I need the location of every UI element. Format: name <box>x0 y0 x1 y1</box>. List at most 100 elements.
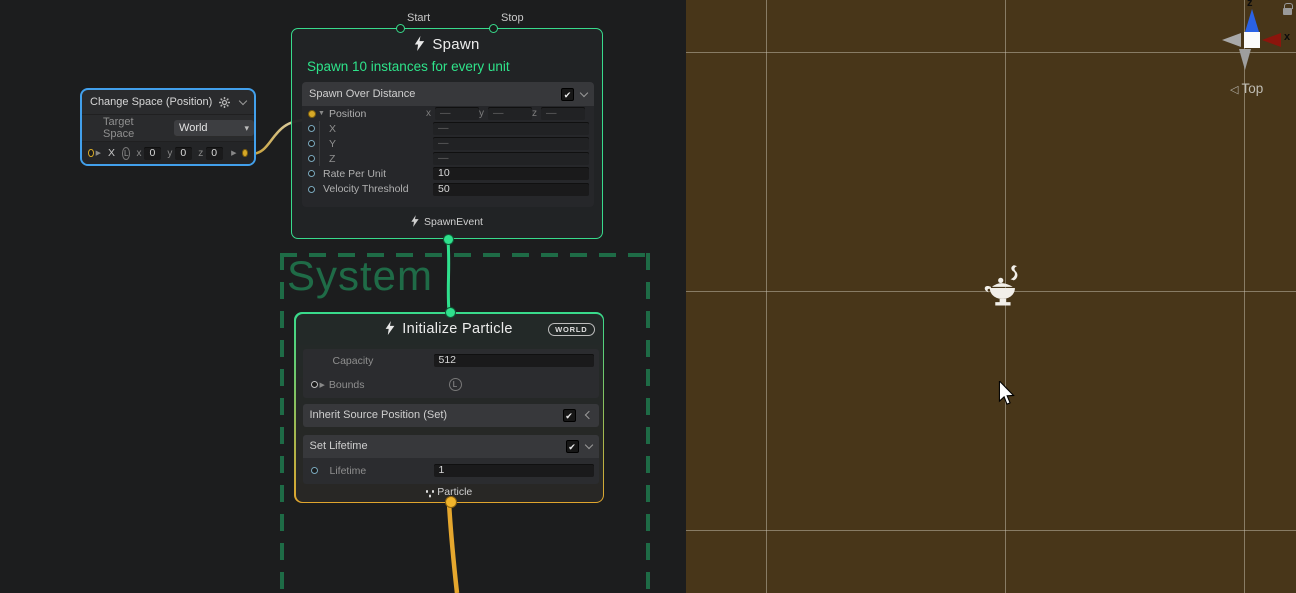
bounds-label: Bounds <box>329 379 365 391</box>
gear-icon[interactable] <box>219 97 230 108</box>
input-x-label: X <box>108 147 115 159</box>
system-group-border-left <box>280 253 284 593</box>
position-z-field[interactable]: — <box>541 107 585 120</box>
change-space-title: Change Space (Position) <box>90 96 219 108</box>
vfx-lamp-gizmo-icon[interactable] <box>982 264 1026 312</box>
block-title: Spawn Over Distance <box>309 88 561 100</box>
spawn-context-node[interactable]: Start Stop Spawn Spawn 10 instances for … <box>291 28 603 239</box>
spawn-over-distance-block[interactable]: Spawn Over Distance ✔ ▼ Position x — y —… <box>302 82 594 207</box>
position-x-row[interactable]: X — <box>302 121 594 136</box>
vfx-editor-window: System Start Stop Spawn Spawn 10 instanc… <box>0 0 1296 593</box>
view-axis-arrow-icon: ◁ <box>1230 84 1238 96</box>
capacity-field[interactable]: 512 <box>434 354 594 367</box>
view-mode-label[interactable]: ◁Top <box>1230 81 1263 96</box>
tree-line <box>319 121 320 136</box>
rate-per-unit-row[interactable]: Rate Per Unit 10 <box>302 166 594 182</box>
set-lifetime-block[interactable]: Set Lifetime ✔ Lifetime 1 <box>303 435 599 484</box>
lock-icon[interactable] <box>1283 8 1292 15</box>
velocity-threshold-row[interactable]: Velocity Threshold 50 <box>302 182 594 198</box>
lifetime-enabled-checkbox[interactable]: ✔ <box>566 440 579 453</box>
bounds-row[interactable]: ▶ Bounds L <box>303 373 599 397</box>
target-space-row: Target Space World ▾ <box>82 115 254 141</box>
initialize-input-port[interactable] <box>445 307 456 318</box>
inherit-source-position-block[interactable]: Inherit Source Position (Set) ✔ <box>303 404 599 427</box>
z-port[interactable] <box>308 155 315 162</box>
expander-right-icon[interactable]: ▶ <box>320 381 325 389</box>
z-axis-letter: z <box>198 148 203 159</box>
collapse-chevron-icon[interactable] <box>239 96 247 104</box>
wire-spawnevent-to-initialize[interactable] <box>448 240 449 312</box>
chevron-down-icon[interactable] <box>580 88 588 96</box>
change-space-io-row: ▶ X L x 0 y 0 z 0 ▶ <box>82 141 254 164</box>
lifetime-row[interactable]: Lifetime 1 <box>303 458 599 484</box>
rate-per-unit-port[interactable] <box>308 170 315 177</box>
target-space-label: Target Space <box>103 116 166 140</box>
gizmo-z-cone[interactable] <box>1245 9 1259 32</box>
change-space-node[interactable]: Change Space (Position) Target Space Wor… <box>80 88 256 166</box>
set-lifetime-title: Set Lifetime <box>310 440 566 452</box>
y-axis-letter: y <box>479 108 484 119</box>
expander-right-icon[interactable]: ▶ <box>96 149 101 157</box>
velocity-threshold-field[interactable]: 50 <box>433 183 589 196</box>
gizmo-left-cone[interactable] <box>1222 33 1241 47</box>
bounds-port[interactable] <box>311 381 318 388</box>
z-value-field[interactable]: 0 <box>206 147 223 160</box>
z-field[interactable]: — <box>433 152 589 165</box>
lifetime-port[interactable] <box>311 467 318 474</box>
y-value-field[interactable]: 0 <box>175 147 192 160</box>
stop-input-port[interactable] <box>489 24 498 33</box>
particle-output-port[interactable] <box>445 496 457 508</box>
change-space-output-port[interactable] <box>242 149 248 157</box>
grid-line <box>686 530 1296 531</box>
particle-icon <box>426 490 429 493</box>
position-z-row[interactable]: Z — <box>302 151 594 166</box>
x-field[interactable]: — <box>433 122 589 135</box>
position-label: Position <box>329 108 366 120</box>
lifetime-field[interactable]: 1 <box>434 464 594 477</box>
spawn-event-port[interactable] <box>443 234 454 245</box>
target-space-dropdown[interactable]: World ▾ <box>174 120 254 137</box>
chevron-down-icon[interactable] <box>584 440 592 448</box>
gizmo-x-cone[interactable] <box>1262 33 1281 47</box>
initialize-particle-node[interactable]: Initialize Particle WORLD Capacity 512 ▶… <box>294 312 604 503</box>
bounds-space-toggle-icon[interactable]: L <box>449 378 462 391</box>
expander-down-icon[interactable]: ▼ <box>318 110 325 117</box>
set-lifetime-header[interactable]: Set Lifetime ✔ <box>303 435 599 458</box>
x-value-field[interactable]: 0 <box>144 147 161 160</box>
y-axis-letter: y <box>167 148 172 159</box>
velocity-threshold-port[interactable] <box>308 186 315 193</box>
expander-right-icon: ▶ <box>231 149 236 157</box>
dropdown-arrow-icon: ▾ <box>244 123 249 134</box>
x-port[interactable] <box>308 125 315 132</box>
start-input-port[interactable] <box>396 24 405 33</box>
mouse-cursor <box>998 381 1015 406</box>
position-y-row[interactable]: Y — <box>302 136 594 151</box>
change-space-input-port[interactable] <box>88 149 94 157</box>
world-space-badge[interactable]: WORLD <box>548 323 594 337</box>
change-space-header[interactable]: Change Space (Position) <box>82 90 254 115</box>
gizmo-down-cone[interactable] <box>1239 49 1251 70</box>
spawn-over-distance-header[interactable]: Spawn Over Distance ✔ <box>302 82 594 106</box>
grid-line <box>766 0 767 593</box>
rate-per-unit-field[interactable]: 10 <box>433 167 589 180</box>
vfx-graph-canvas[interactable]: System Start Stop Spawn Spawn 10 instanc… <box>0 0 686 593</box>
block-enabled-checkbox[interactable]: ✔ <box>561 88 574 101</box>
space-toggle-icon[interactable]: L <box>122 147 131 160</box>
position-port[interactable] <box>308 110 316 118</box>
position-row[interactable]: ▼ Position x — y — z — <box>302 106 594 121</box>
chevron-left-icon[interactable] <box>584 411 592 419</box>
capacity-row[interactable]: Capacity 512 <box>303 349 599 373</box>
rate-per-unit-label: Rate Per Unit <box>323 168 386 180</box>
velocity-threshold-label: Velocity Threshold <box>323 183 409 195</box>
system-group-label: System <box>287 252 433 300</box>
y-field[interactable]: — <box>433 137 589 150</box>
position-y-field[interactable]: — <box>488 107 532 120</box>
gizmo-center-cube[interactable] <box>1244 32 1260 48</box>
scene-view[interactable]: z x ◁Top <box>686 0 1296 593</box>
position-x-field[interactable]: — <box>435 107 479 120</box>
tree-line <box>319 136 320 151</box>
capacity-label: Capacity <box>333 355 374 367</box>
wire-particle-output[interactable] <box>449 503 457 593</box>
inherit-enabled-checkbox[interactable]: ✔ <box>563 409 576 422</box>
y-port[interactable] <box>308 140 315 147</box>
